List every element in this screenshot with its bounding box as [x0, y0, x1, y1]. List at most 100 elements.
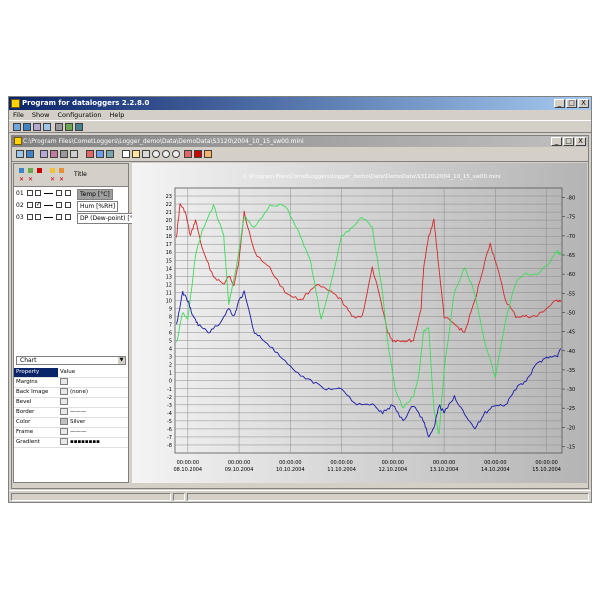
document-title: C:\Program Files\CometLoggers\Logger_dem…	[23, 138, 304, 145]
reset-icon[interactable]	[194, 150, 202, 158]
download-icon[interactable]	[33, 123, 41, 131]
gradient-icon[interactable]	[60, 438, 68, 445]
property-row-border[interactable]: Border ———	[14, 408, 128, 418]
app-title: Program for dataloggers 2.2.8.0	[22, 99, 150, 107]
cancel-zoom-icon[interactable]	[184, 150, 192, 158]
menu-file[interactable]: File	[9, 110, 28, 120]
measure-icon[interactable]	[142, 150, 150, 158]
series-alarm-checkbox[interactable]	[56, 202, 62, 208]
y-left-tick-label: 23	[166, 194, 172, 200]
menu-help[interactable]: Help	[106, 110, 129, 120]
property-grid-header: Property Value	[14, 368, 128, 378]
export-icon[interactable]	[65, 123, 73, 131]
doc-minimize-button[interactable]: _	[551, 137, 562, 146]
zoom-out-icon[interactable]	[162, 150, 170, 158]
image-icon[interactable]	[60, 388, 68, 395]
property-row-back-image[interactable]: Back Image (none)	[14, 388, 128, 398]
y-left-tick-label: -8	[167, 443, 172, 449]
chart-print-icon[interactable]	[60, 150, 68, 158]
color-swatch-icon[interactable]	[60, 418, 68, 425]
pen-icon[interactable]	[60, 408, 68, 415]
property-row-gradient[interactable]: Gradient ▪▪▪▪▪▪▪▪	[14, 438, 128, 448]
series-alarm-checkbox[interactable]	[56, 214, 62, 220]
series-row-temp[interactable]: 01 Temp [°C]	[14, 188, 128, 200]
property-object-select[interactable]: Chart ▼	[16, 356, 126, 365]
chart-export-icon[interactable]	[50, 150, 58, 158]
property-row-frame[interactable]: Frame ———	[14, 428, 128, 438]
series-marker-checkbox[interactable]	[35, 190, 41, 196]
series-visible-checkbox[interactable]	[27, 190, 33, 196]
zoom-area-icon[interactable]	[172, 150, 180, 158]
property-value: (none)	[70, 389, 89, 395]
view-icon[interactable]	[106, 150, 114, 158]
y-right-tick-label: -25	[567, 406, 575, 412]
property-key: Color	[16, 419, 31, 425]
property-key: Border	[16, 409, 35, 415]
menu-configuration[interactable]: Configuration	[53, 110, 105, 120]
save-icon[interactable]	[16, 150, 24, 158]
pointer-icon[interactable]	[122, 150, 130, 158]
series-number: 02	[16, 202, 24, 209]
property-row-margins[interactable]: Margins	[14, 378, 128, 388]
y-left-tick-label: -3	[167, 403, 172, 409]
minimize-button[interactable]: _	[554, 99, 565, 108]
side-panel: Title ✕ ✕ ✕ ✕ 01 Temp [°C] 02 ✓ Hum [%RH…	[13, 163, 143, 483]
hand-icon[interactable]	[204, 150, 212, 158]
y-left-tick-label: 22	[166, 202, 172, 208]
limit-icon	[59, 168, 64, 173]
zoom-fit-icon[interactable]	[96, 150, 104, 158]
series-alarm-checkbox[interactable]	[56, 190, 62, 196]
x-tick-date: 13.10.2004	[430, 467, 459, 473]
doc-maximize-button[interactable]: □	[563, 137, 574, 146]
disk-icon[interactable]	[26, 150, 34, 158]
series-limit-checkbox[interactable]	[65, 202, 71, 208]
x-tick-date: 15.10.2004	[532, 467, 561, 473]
series-row-dew[interactable]: 03 DP (Dew-point) [°C]	[14, 212, 143, 224]
series-marker-checkbox[interactable]	[35, 214, 41, 220]
series-limit-checkbox[interactable]	[65, 214, 71, 220]
y-left-tick-label: 8	[169, 314, 172, 320]
expand-icon[interactable]	[60, 378, 68, 385]
open-icon[interactable]	[23, 123, 31, 131]
series-visible-checkbox[interactable]	[27, 214, 33, 220]
series-row-hum[interactable]: 02 ✓ Hum [%RH]	[14, 200, 128, 212]
y-right-tick-label: -55	[567, 291, 575, 297]
setup-icon[interactable]	[43, 123, 51, 131]
y-left-tick-label: 16	[166, 250, 172, 256]
y-left-tick-label: 15	[166, 258, 172, 264]
series-marker-checkbox-checked[interactable]: ✓	[35, 202, 41, 208]
y-left-tick-label: 3	[169, 355, 172, 361]
property-value: ▪▪▪▪▪▪▪▪	[70, 439, 100, 445]
copy-icon[interactable]	[40, 150, 48, 158]
chart-svg[interactable]: C:\Program Files\CometLoggers\Logger_dem…	[132, 163, 587, 483]
series-title[interactable]: Hum [%RH]	[77, 201, 119, 212]
pen-icon[interactable]	[60, 428, 68, 435]
doc-close-button[interactable]: X	[575, 137, 586, 146]
chevron-down-icon[interactable]: ▼	[118, 357, 125, 364]
y-left-tick-label: 1	[169, 371, 172, 377]
page-setup-icon[interactable]	[70, 150, 78, 158]
document-titlebar[interactable]: C:\Program Files\CometLoggers\Logger_dem…	[12, 136, 588, 147]
print-icon[interactable]	[55, 123, 63, 131]
zoom-in-icon[interactable]	[152, 150, 160, 158]
edit-icon[interactable]	[132, 150, 140, 158]
series-title[interactable]: Temp [°C]	[77, 189, 113, 200]
y-left-tick-label: -4	[167, 411, 172, 417]
property-key: Margins	[16, 379, 38, 385]
property-column-header: Property	[16, 369, 40, 375]
table-icon[interactable]	[86, 150, 94, 158]
app-titlebar[interactable]: Program for dataloggers 2.2.8.0 _ □ X	[9, 97, 591, 110]
series-visible-checkbox[interactable]	[27, 202, 33, 208]
y-left-tick-label: 6	[169, 331, 172, 337]
delete-icon[interactable]	[75, 123, 83, 131]
value-column-header: Value	[58, 368, 128, 377]
property-row-bevel[interactable]: Bevel	[14, 398, 128, 408]
maximize-button[interactable]: □	[566, 99, 577, 108]
property-value: Silver	[70, 419, 86, 425]
expand-icon[interactable]	[60, 398, 68, 405]
property-row-color[interactable]: Color Silver	[14, 418, 128, 428]
series-limit-checkbox[interactable]	[65, 190, 71, 196]
menu-show[interactable]: Show	[28, 110, 54, 120]
close-button[interactable]: X	[578, 99, 589, 108]
connect-icon[interactable]	[13, 123, 21, 131]
